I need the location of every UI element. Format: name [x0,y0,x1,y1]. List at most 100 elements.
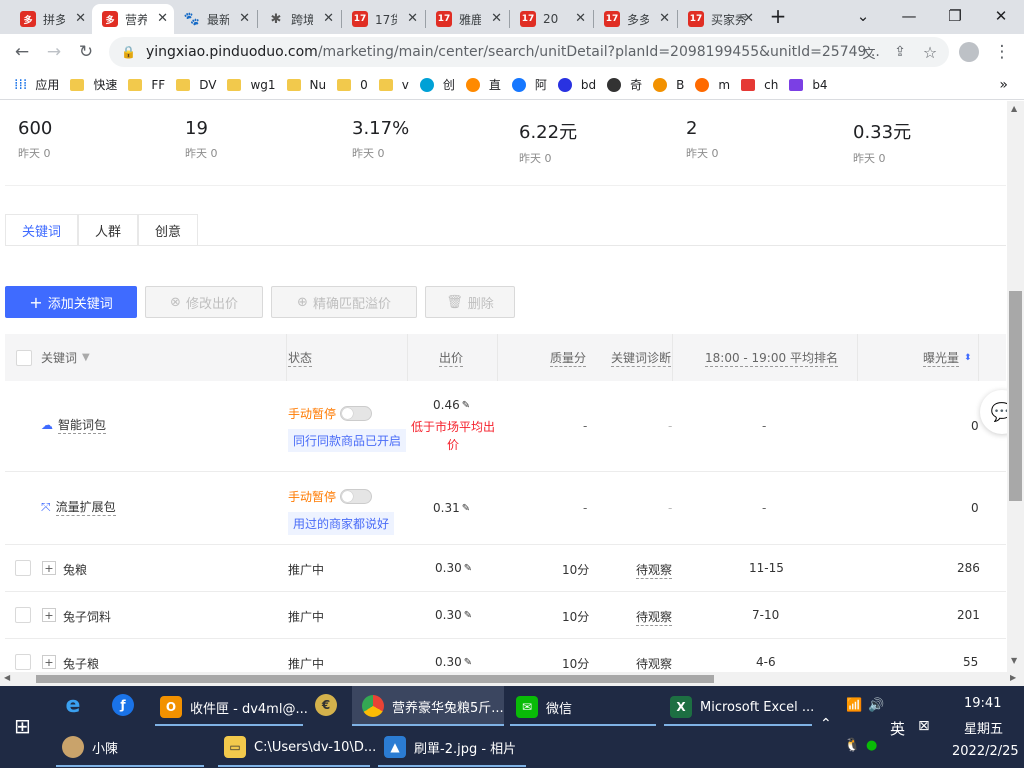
delete-button[interactable]: 🗑 删除 [425,286,515,318]
taskbar-outlook[interactable]: O 收件匣 - dv4ml@... [160,696,308,718]
bookmark-folder[interactable]: Nu [286,78,326,92]
edit-icon[interactable]: ✎ [462,503,470,514]
bookmark-folder[interactable]: FF [128,78,165,92]
close-icon[interactable]: ✕ [491,11,502,26]
sort-icon[interactable]: ⬍ [964,353,972,363]
new-tab-button[interactable]: + [760,2,796,30]
network-icon[interactable]: 📶 [846,698,862,713]
add-keyword-button[interactable]: + 添加关键词 [5,286,137,318]
reload-icon[interactable]: ↻ [72,38,100,66]
bookmark-folder[interactable]: 0 [337,78,368,92]
header-impressions[interactable]: 曝光量 ⬍ [923,334,972,381]
bid-cell[interactable]: 0.30 ✎ [435,655,472,669]
close-icon[interactable]: ✕ [743,11,754,26]
vertical-scroll-thumb[interactable] [1009,291,1022,501]
tab-audience[interactable]: 人群 [78,214,139,246]
select-all-checkbox[interactable] [16,334,32,381]
clock-time[interactable]: 19:41 [964,696,1001,711]
diagnosis-cell[interactable]: 待观察 [636,561,673,579]
taskbar-excel[interactable]: X Microsoft Excel ... [670,696,814,718]
share-icon[interactable]: ⇪ [886,38,914,66]
diagnosis-cell[interactable]: 待观察 [636,655,673,673]
clock-date[interactable]: 2022/2/25 [952,744,1019,759]
app-icon[interactable]: € [315,694,345,716]
scroll-left-icon[interactable]: ◀ [4,673,10,682]
close-icon[interactable]: ✕ [575,11,586,26]
table-row[interactable]: + 兔子粮 推广中 0.30 ✎ 10分 待观察 4-6 55 [5,639,1006,674]
expand-row-button[interactable]: + [42,561,56,575]
row-checkbox[interactable] [15,560,31,576]
scroll-right-icon[interactable]: ▶ [1010,673,1016,682]
bookmark-folder[interactable]: v [378,78,409,92]
expand-row-button[interactable]: + [42,655,56,669]
bookmark-link[interactable]: m [695,77,730,92]
expand-row-button[interactable]: + [42,608,56,622]
bookmark-link[interactable]: 创 [419,76,455,93]
tab-creative[interactable]: 创意 [138,214,199,246]
bid-cell[interactable]: 0.31 ✎ [433,501,470,515]
bookmark-star-icon[interactable]: ☆ [916,38,944,66]
close-icon[interactable]: ✕ [157,11,168,26]
diagnosis-cell[interactable]: 待观察 [636,608,673,626]
header-keyword[interactable]: 关键词 ▼ [41,334,90,381]
volume-icon[interactable]: 🔊 [868,698,884,713]
bid-cell[interactable]: 0.30 ✎ [435,561,472,575]
menu-icon[interactable]: ⋮ [988,38,1016,66]
ime-grid-icon[interactable]: ⊠ [918,718,930,734]
clock-weekday[interactable]: 星期五 [964,718,1003,737]
browser-tab-active[interactable]: 多营养豪华✕ [92,4,174,34]
edit-icon[interactable]: ✎ [464,657,472,668]
back-icon[interactable]: ← [8,38,36,66]
vertical-scrollbar[interactable]: ▲ ▼ [1007,101,1024,674]
bid-cell[interactable]: 0.46 ✎ [433,398,470,412]
exact-match-premium-button[interactable]: ⊕ 精确匹配溢价 [271,286,417,318]
bookmark-link[interactable]: B [653,77,684,92]
bookmark-apps[interactable]: ⁞⁞⁞ 应用 [14,76,59,93]
browser-tab[interactable]: 17 买家秀 ✕ [678,4,760,34]
scroll-down-icon[interactable]: ▼ [1011,656,1017,665]
close-icon[interactable]: ✕ [239,11,250,26]
scroll-up-icon[interactable]: ▲ [1011,104,1017,113]
qq-icon[interactable]: 🐧 [844,738,860,753]
more-bookmarks-icon[interactable]: » [999,77,1008,93]
tab-keywords[interactable]: 关键词 [5,214,79,246]
table-row[interactable]: + 兔粮 推广中 0.30 ✎ 10分 待观察 11-15 286 [5,545,1006,592]
modify-bid-button[interactable]: ⊗ 修改出价 [145,286,263,318]
row-checkbox[interactable] [15,607,31,623]
edit-icon[interactable]: ✎ [464,563,472,574]
status-toggle[interactable] [340,406,373,421]
filter-icon[interactable]: ▼ [82,352,90,363]
taskbar-photos[interactable]: ▲ 刷單-2.jpg - 相片 [384,736,516,758]
close-icon[interactable]: ✕ [75,11,86,26]
windows-start-icon[interactable]: ⊞ [14,714,31,738]
browser-tab[interactable]: ✱ 跨境 ✕ [258,4,340,34]
bookmark-link[interactable]: 直 [465,76,501,93]
bid-cell[interactable]: 0.30 ✎ [435,608,472,622]
taskbar-explorer[interactable]: ▭ C:\Users\dv-10\D... [224,736,376,758]
bookmark-folder[interactable]: DV [176,78,216,92]
horizontal-scroll-thumb[interactable] [36,675,714,683]
translate-icon[interactable]: 文 [855,38,883,66]
row-checkbox[interactable] [15,654,31,670]
forward-icon[interactable]: → [40,38,68,66]
ie-icon[interactable]: e [62,693,92,718]
bookmark-folder[interactable]: wg1 [227,78,276,92]
show-hidden-icons[interactable]: ⌃ [820,716,832,732]
bookmark-link[interactable]: ch [741,78,778,92]
browser-tab[interactable]: 多拼多多✕ [10,4,92,34]
taskbar-chrome[interactable]: 营养豪华兔粮5斤... [352,686,504,726]
browser-tab[interactable]: 1717货源✕ [342,4,424,34]
browser-tab[interactable]: 🐾 最新 ✕ [174,4,256,34]
bookmark-link[interactable]: b4 [789,78,828,92]
foxit-icon[interactable]: ƒ [112,694,142,716]
close-window-button[interactable]: ✕ [978,2,1024,30]
close-icon[interactable]: ✕ [407,11,418,26]
table-row[interactable]: + 兔子饲料 推广中 0.30 ✎ 10分 待观察 7-10 201 [5,592,1006,639]
tab-search-icon[interactable]: ⌄ [840,2,886,30]
bookmark-link[interactable]: 奇 [607,76,642,93]
address-bar[interactable]: 🔒 yingxiao.pinduoduo.com/marketing/main/… [109,37,949,67]
close-icon[interactable]: ✕ [659,11,670,26]
ime-indicator[interactable]: 英 [890,718,905,739]
taskbar-wechat[interactable]: ✉ 微信 [516,696,572,718]
browser-tab[interactable]: 17 20 ✕ [510,4,592,34]
